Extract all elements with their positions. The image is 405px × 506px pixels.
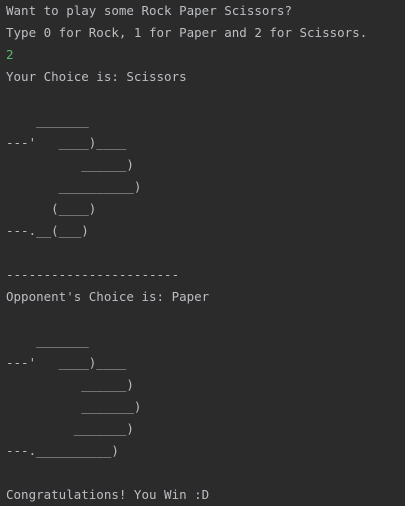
your-choice-line: Your Choice is: Scissors (6, 69, 187, 84)
ascii-art-line: _______ (6, 113, 89, 128)
result-line: Congratulations! You Win :D (6, 487, 210, 502)
ascii-art-line: __________) (6, 179, 142, 194)
ascii-art-line: ---' ____)____ (6, 135, 127, 150)
ascii-art-line: _______) (6, 399, 142, 414)
ascii-art-line: ______) (6, 157, 134, 172)
opponent-choice-line: Opponent's Choice is: Paper (6, 289, 210, 304)
ascii-art-line: _______) (6, 421, 134, 436)
ascii-art-line: ______) (6, 377, 134, 392)
prompt-line: Want to play some Rock Paper Scissors? (6, 3, 292, 18)
run-console-output[interactable]: Want to play some Rock Paper Scissors? T… (0, 0, 405, 506)
ascii-art-line: _______ (6, 333, 89, 348)
ascii-art-line: ---.__(___) (6, 223, 89, 238)
ascii-art-line: ---.__________) (6, 443, 119, 458)
ascii-art-line: (____) (6, 201, 97, 216)
ascii-art-line: ---' ____)____ (6, 355, 127, 370)
instruction-line: Type 0 for Rock, 1 for Paper and 2 for S… (6, 25, 368, 40)
user-input-line: 2 (6, 47, 14, 62)
separator-line: ----------------------- (6, 267, 180, 282)
